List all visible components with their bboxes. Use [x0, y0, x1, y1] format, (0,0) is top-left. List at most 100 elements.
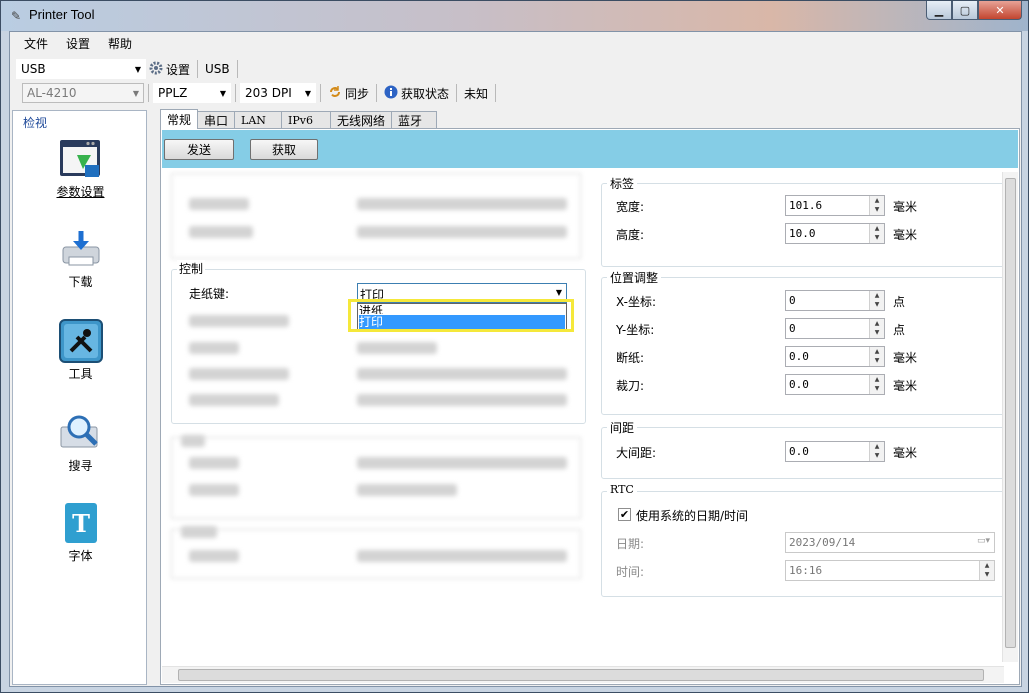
position-group-title: 位置调整 [607, 269, 662, 286]
send-button[interactable]: 发送 [164, 139, 234, 160]
spin-down-icon[interactable]: ▼ [870, 356, 884, 365]
cutter-stepper[interactable]: 0.0 ▲ ▼ [785, 374, 885, 395]
tab-bluetooth[interactable]: 蓝牙 [391, 111, 438, 129]
use-system-time-checkbox[interactable]: ✔ [618, 508, 631, 521]
port-select[interactable]: USB ▼ [16, 59, 146, 79]
scroll-thumb[interactable] [178, 669, 984, 681]
tab-wireless[interactable]: 无线网络 [330, 111, 393, 129]
nav-item-download[interactable]: 下载 [13, 227, 148, 290]
scroll-thumb[interactable] [1005, 178, 1016, 648]
rtc-group-title: RTC [607, 483, 637, 496]
blurred-group [171, 173, 581, 259]
cutter-label: 裁刀: [616, 379, 645, 393]
cutter-value: 0.0 [789, 378, 809, 391]
spin-down-icon[interactable]: ▼ [870, 451, 884, 460]
dpi-select[interactable]: 203 DPI ▼ [240, 83, 316, 103]
blurred-field [357, 198, 567, 210]
nav-item-parameter-settings[interactable]: 参数设置 [13, 137, 148, 200]
action-bar: 发送 获取 [162, 130, 1018, 168]
spin-up-icon[interactable]: ▲ [870, 196, 884, 205]
toolbar-separator [235, 84, 236, 102]
model-select[interactable]: AL-4210 ▼ [22, 83, 144, 103]
close-button[interactable]: ✕ [978, 1, 1022, 20]
title-bar[interactable]: ✎ Printer Tool ▁ ▢ ✕ [1, 1, 1028, 31]
x-value: 0 [789, 294, 796, 307]
date-row: 日期: 2023/09/14 ▭▾ [601, 532, 1001, 554]
calendar-dropdown-icon: ▭▾ [976, 536, 990, 546]
nav-item-font[interactable]: T 字体 [13, 501, 148, 564]
width-row: 宽度: 101.6 ▲ ▼ 毫米 [601, 195, 1001, 217]
spin-down-icon[interactable]: ▼ [870, 384, 884, 393]
height-unit: 毫米 [893, 228, 918, 242]
blurred-label [181, 435, 205, 447]
spin-down-icon[interactable]: ▼ [870, 300, 884, 309]
time-picker[interactable]: 16:16 ▲ ▼ [785, 560, 995, 581]
left-nav-panel: 检视 参数设置 下载 工具 搜寻 T 字体 [12, 110, 147, 685]
window-title: Printer Tool [29, 7, 95, 22]
spin-up-icon[interactable]: ▲ [870, 319, 884, 328]
app-window: ✎ Printer Tool ▁ ▢ ✕ 文件 设置 帮助 USB ▼ 设置 U… [0, 0, 1029, 693]
menu-settings[interactable]: 设置 [66, 35, 90, 52]
tear-stepper[interactable]: 0.0 ▲ ▼ [785, 346, 885, 367]
menu-help[interactable]: 帮助 [108, 35, 132, 52]
height-stepper[interactable]: 10.0 ▲ ▼ [785, 223, 885, 244]
vertical-scrollbar[interactable] [1002, 172, 1018, 662]
tab-ipv6[interactable]: IPv6 [281, 111, 332, 129]
settings-window-icon [59, 137, 103, 181]
spin-up-icon[interactable]: ▲ [870, 224, 884, 233]
y-stepper[interactable]: 0 ▲ ▼ [785, 318, 885, 339]
spin-up-icon[interactable]: ▲ [870, 291, 884, 300]
chevron-down-icon: ▼ [134, 65, 141, 74]
tear-value: 0.0 [789, 350, 809, 363]
date-picker[interactable]: 2023/09/14 ▭▾ [785, 532, 995, 553]
spin-down-icon[interactable]: ▼ [870, 233, 884, 242]
x-stepper[interactable]: 0 ▲ ▼ [785, 290, 885, 311]
tear-row: 断纸: 0.0 ▲ ▼ 毫米 [601, 346, 1001, 368]
spin-down-icon[interactable]: ▼ [870, 328, 884, 337]
nav-item-search[interactable]: 搜寻 [13, 411, 148, 474]
x-row: X-坐标: 0 ▲ ▼ 点 [601, 290, 1001, 312]
spin-up-icon[interactable]: ▲ [870, 442, 884, 451]
spin-down-icon[interactable]: ▼ [870, 205, 884, 214]
blurred-label [189, 368, 289, 380]
port-status: USB [202, 59, 233, 79]
tear-unit: 毫米 [893, 351, 918, 365]
horizontal-scrollbar[interactable] [162, 666, 1004, 683]
blurred-label [189, 315, 289, 327]
port-select-value: USB [21, 62, 46, 76]
font-icon: T [59, 501, 103, 545]
chevron-down-icon: ▼ [555, 288, 562, 297]
language-select[interactable]: PPLZ ▼ [153, 83, 231, 103]
spin-down-icon[interactable]: ▼ [980, 570, 994, 579]
blurred-field [357, 457, 567, 469]
toolbar-separator [376, 84, 378, 102]
blurred-field [357, 342, 437, 354]
download-printer-icon [59, 227, 103, 271]
blurred-field [357, 226, 567, 238]
spin-up-icon[interactable]: ▲ [870, 375, 884, 384]
settings-button[interactable]: 设置 [146, 59, 193, 79]
blurred-label [189, 198, 249, 210]
date-label: 日期: [616, 537, 645, 551]
chevron-down-icon: ▼ [219, 89, 226, 98]
tab-general[interactable]: 常规 [160, 109, 199, 129]
large-gap-stepper[interactable]: 0.0 ▲ ▼ [785, 441, 885, 462]
blurred-label [189, 342, 239, 354]
maximize-button[interactable]: ▢ [952, 1, 978, 20]
settings-button-label: 设置 [166, 62, 191, 77]
width-stepper[interactable]: 101.6 ▲ ▼ [785, 195, 885, 216]
get-status-button[interactable]: 获取状态 [381, 83, 452, 103]
tab-serial[interactable]: 串口 [197, 111, 236, 129]
nav-item-tools[interactable]: 工具 [13, 319, 148, 382]
sync-button[interactable]: 同步 [325, 83, 372, 103]
spin-up-icon[interactable]: ▲ [980, 561, 994, 570]
cutter-unit: 毫米 [893, 379, 918, 393]
minimize-button[interactable]: ▁ [926, 1, 952, 20]
width-label: 宽度: [616, 200, 645, 214]
menu-file[interactable]: 文件 [24, 35, 48, 52]
menu-bar: 文件 设置 帮助 [10, 32, 1021, 55]
tab-lan[interactable]: LAN [234, 111, 283, 129]
tools-icon [58, 319, 103, 363]
spin-up-icon[interactable]: ▲ [870, 347, 884, 356]
get-button[interactable]: 获取 [250, 139, 318, 160]
